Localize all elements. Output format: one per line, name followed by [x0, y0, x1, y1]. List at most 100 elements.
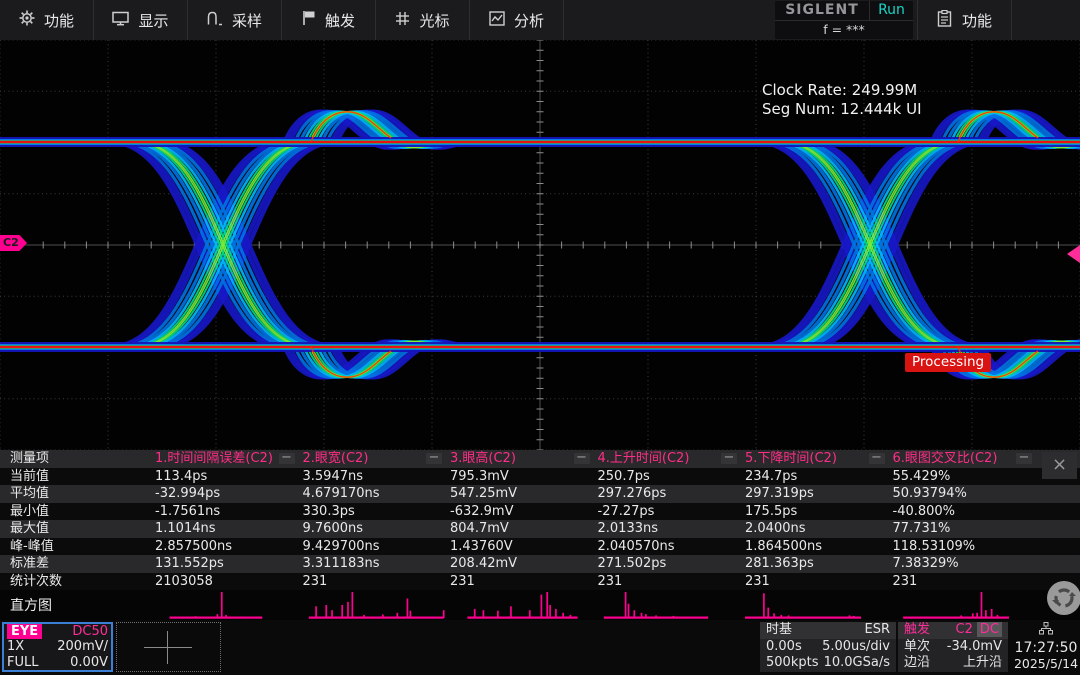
trigger-level: -34.0mV — [947, 639, 1002, 656]
measurement-value: -27.27ps — [598, 503, 655, 521]
measurement-column-header[interactable]: 3.眼高(C2)− — [450, 450, 598, 468]
menu-item-label: 采样 — [232, 10, 262, 31]
measurement-value: 2103058 — [155, 573, 213, 591]
measurement-value-cell: 231 — [893, 573, 1041, 591]
histogram-label: 直方图 — [10, 595, 52, 615]
timebase-delay: 0.00s — [766, 639, 802, 656]
measurement-row-label: 平均值 — [0, 485, 155, 503]
measurement-value-cell: 9.429700ns — [303, 538, 451, 556]
measurement-value-cell: -32.994ps — [155, 485, 303, 503]
plus-icon — [144, 647, 192, 648]
date-display: 2025/5/14 — [1012, 656, 1080, 671]
menu-item-6[interactable]: 分析 — [470, 0, 564, 40]
measurement-column-header[interactable]: 6.眼图交叉比(C2)− — [893, 450, 1041, 468]
measurement-header-label: 5.下降时间(C2) — [745, 450, 837, 468]
measurement-value: 4.679170ns — [303, 485, 380, 503]
menu-item-4[interactable]: 触发 — [282, 0, 376, 40]
remove-measurement-button[interactable]: − — [426, 453, 442, 464]
network-icon[interactable] — [1039, 622, 1053, 635]
measurement-value: 113.4ps — [155, 468, 207, 486]
analysis-icon — [489, 11, 505, 30]
cursor-icon — [395, 11, 410, 30]
histogram-row: 直方图 — [0, 590, 1080, 620]
gear-icon — [19, 10, 35, 30]
timebase-mode: ESR — [865, 622, 891, 639]
menu-item-label: 触发 — [325, 10, 355, 31]
channel-coupling: DC50 — [72, 624, 108, 639]
measurement-value-cell: 231 — [303, 573, 451, 591]
measurement-value: 9.7600ns — [303, 520, 364, 538]
measurement-value: 250.7ps — [598, 468, 650, 486]
run-state-indicator[interactable]: Run — [869, 1, 913, 20]
measurement-value-cell: 7.38329% — [893, 555, 1041, 573]
measurement-value-cell: 231 — [598, 573, 746, 591]
trigger-mode: 单次 — [904, 639, 930, 656]
measurement-value: 231 — [598, 573, 623, 591]
menu-item-label: 功能 — [44, 10, 74, 31]
measurement-value-cell: 55.429% — [893, 468, 1041, 486]
measurement-value-cell: 1.864500ns — [745, 538, 893, 556]
measurement-value-cell: 4.679170ns — [303, 485, 451, 503]
measurement-column-header[interactable]: 2.眼宽(C2)− — [303, 450, 451, 468]
measurement-value: 118.53109% — [893, 538, 976, 556]
measurement-value: 231 — [450, 573, 475, 591]
measurement-value-cell: 297.319ps — [745, 485, 893, 503]
measurement-value-cell: 271.502ps — [598, 555, 746, 573]
measurement-value-cell: 2.0133ns — [598, 520, 746, 538]
measurement-row-label: 测量项 — [0, 450, 155, 468]
time-display: 17:27:50 — [1012, 640, 1080, 656]
menu-item-2[interactable]: 显示 — [94, 0, 188, 40]
measurement-value: 50.93794% — [893, 485, 967, 503]
measurement-value: 547.25mV — [450, 485, 517, 503]
measurement-value: 297.276ps — [598, 485, 667, 503]
measurement-row-label: 统计次数 — [0, 573, 155, 591]
trigger-slope: 上升沿 — [963, 655, 1002, 672]
measurement-value-cell: 3.5947ns — [303, 468, 451, 486]
measurement-row: 平均值-32.994ps 4.679170ns 547.25mV 297.276ps 2… — [0, 485, 1080, 503]
measurement-histogram — [598, 590, 743, 620]
trigger-flag-icon — [302, 10, 316, 30]
menu-item-3[interactable]: 采样 — [188, 0, 282, 40]
remove-measurement-button[interactable]: − — [279, 453, 295, 464]
trigger-panel[interactable]: 触发 C2DC 单次 -34.0mV 边沿 上升沿 — [898, 622, 1008, 672]
measurement-value: -32.994ps — [155, 485, 220, 503]
remove-measurement-button[interactable]: − — [869, 453, 885, 464]
measurement-row: 最大值1.1014ns9.7600ns804.7mV2.0133ns2.0400… — [0, 520, 1080, 538]
measurement-row: 最小值-1.7561ns330.3ps-632.9mV-27.27ps175.5… — [0, 503, 1080, 521]
measurement-value-cell: 231 — [450, 573, 598, 591]
measurement-value-cell: 3.311183ns — [303, 555, 451, 573]
add-channel-slot[interactable] — [116, 622, 221, 672]
frequency-counter: f = *** — [775, 20, 913, 39]
siglent-logo: SIGLENT — [775, 1, 869, 20]
channel-bandwidth: FULL — [7, 655, 38, 670]
remove-measurement-button[interactable]: − — [1016, 453, 1032, 464]
measurement-table: 测量项1.时间间隔误差(C2)−2.眼宽(C2)−3.眼高(C2)−4.上升时间… — [0, 450, 1080, 590]
measurement-value-cell: 281.363ps — [745, 555, 893, 573]
measurement-row-label: 峰-峰值 — [0, 538, 155, 556]
remove-measurement-button[interactable]: − — [574, 453, 590, 464]
channel-descriptor-eye[interactable]: EYE DC50 1X 200mV/ FULL 0.00V — [2, 622, 113, 672]
seg-num-text: Seg Num: 12.444k UI — [762, 100, 922, 119]
measurement-column-header[interactable]: 5.下降时间(C2) − — [745, 450, 893, 468]
menu-item-5[interactable]: 光标 — [376, 0, 470, 40]
measurement-row: 标准差131.552ps3.311183ns208.42mV271.502ps2… — [0, 555, 1080, 573]
measurement-column-header[interactable]: 1.时间间隔误差(C2)− — [155, 450, 303, 468]
trigger-type: 边沿 — [904, 655, 930, 672]
measurement-row-label: 当前值 — [0, 468, 155, 486]
measurement-value-cell: 113.4ps — [155, 468, 303, 486]
timebase-panel[interactable]: 时基 ESR 0.00s 5.00us/div 500kpts 10.0GSa/… — [760, 622, 896, 672]
trigger-level-marker[interactable] — [1067, 245, 1080, 263]
channel-probe: 1X — [7, 639, 24, 654]
menu-item-1[interactable]: 功能 — [0, 0, 94, 40]
measurement-value: 1.43760V — [450, 538, 513, 556]
measurement-value: 2.040570ns — [598, 538, 675, 556]
measurement-value-cell: 50.93794% — [893, 485, 1041, 503]
menu-item-function-right[interactable]: 功能 — [917, 0, 1012, 40]
measurement-row-label: 最小值 — [0, 503, 155, 521]
measurement-column-header[interactable]: 4.上升时间(C2)− — [598, 450, 746, 468]
plus-icon — [167, 631, 168, 664]
timebase-points: 500kpts — [766, 655, 818, 672]
remove-measurement-button[interactable]: − — [721, 453, 737, 464]
statistics-reset-button[interactable] — [1047, 581, 1080, 615]
close-measurements-button[interactable]: × — [1042, 452, 1077, 479]
